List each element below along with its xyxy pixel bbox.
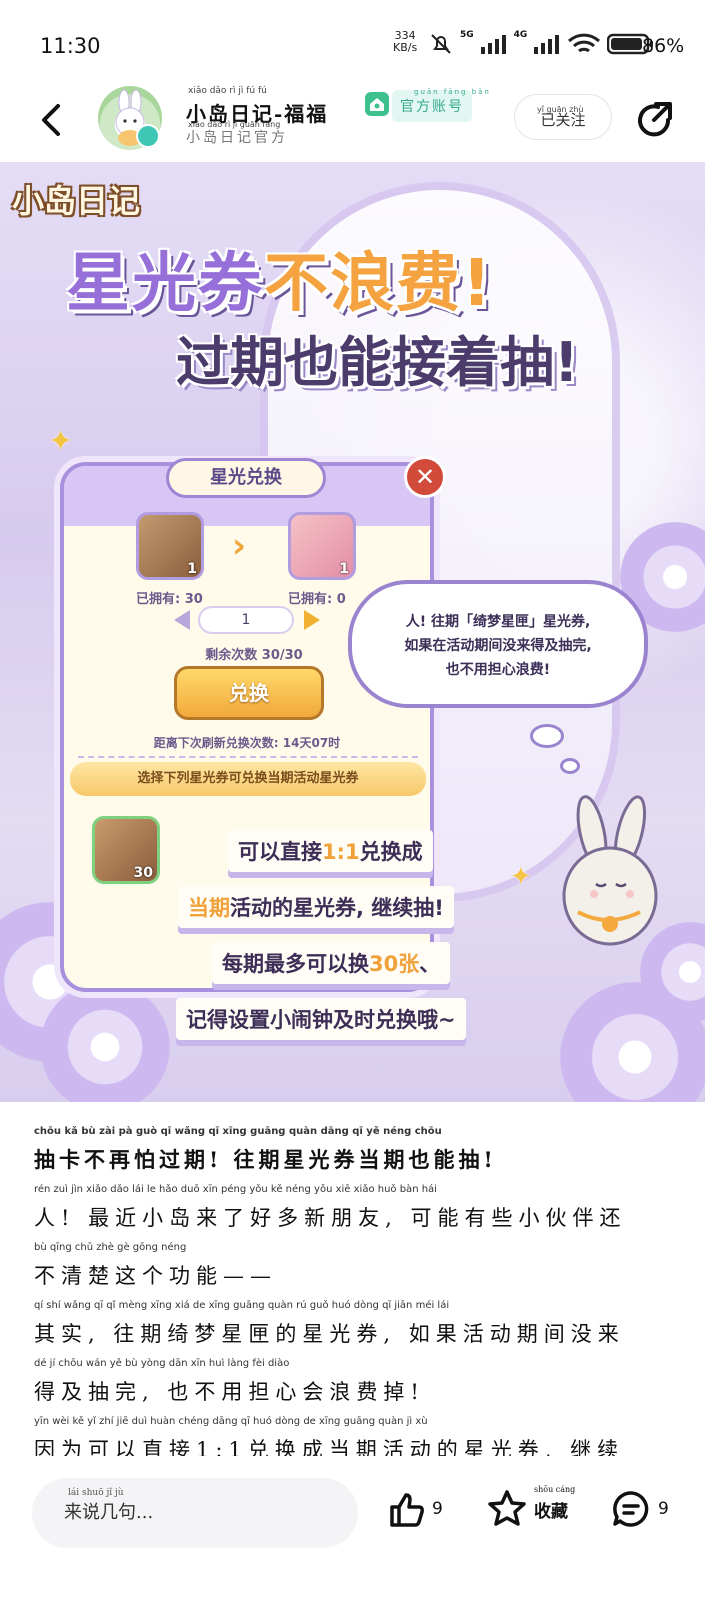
share-icon[interactable] xyxy=(634,98,676,140)
thumbs-up-icon xyxy=(390,1493,424,1527)
selected-ticket-icon: 30 xyxy=(92,816,160,884)
like-button[interactable]: 9 xyxy=(386,1484,443,1534)
new-ticket-icon: 1 xyxy=(288,512,356,580)
panel-title: 星光兑换 xyxy=(166,458,326,498)
collect-button[interactable]: shōu cáng 收藏 xyxy=(486,1484,575,1534)
comment-count: 9 xyxy=(658,1499,669,1519)
follow-button[interactable]: yǐ guān zhù 已关注 xyxy=(514,94,612,140)
post-image[interactable]: 小岛日记 星光券不浪费! 过期也能接着抽! ✦ ✦ 星光兑换 ✕ 1 › 1 已… xyxy=(0,162,705,1102)
author-subtitle: 小岛日记官方 xyxy=(186,130,288,146)
comment-input[interactable]: lái shuō jǐ jù 来说几句... xyxy=(32,1478,358,1548)
increase-icon xyxy=(304,610,320,630)
sparkle-icon: ✦ xyxy=(48,424,74,459)
callout-3: 每期最多可以换30张、 xyxy=(212,942,451,984)
signal-icon-2 xyxy=(534,35,560,54)
redeem-graphic: 兑换 xyxy=(174,666,324,720)
network-speed: 334 KB/s xyxy=(393,29,418,54)
official-house-icon xyxy=(365,92,389,116)
paragraph-line: yīn wèi kě yǐ zhí jiē duì huàn chéng dān… xyxy=(34,1416,625,1456)
chevron-right-icon: › xyxy=(232,526,247,566)
close-icon: ✕ xyxy=(404,456,446,498)
post-body: chōu kǎ bù zài pà guò qī wǎng qī xīng gu… xyxy=(34,1126,694,1456)
post-header: xiǎo dǎo rì jì fú fú 小岛日记-福福 xiǎo dǎo rì… xyxy=(0,86,720,162)
post-title-line: chōu kǎ bù zài pà guò qī wǎng qī xīng gu… xyxy=(34,1126,497,1172)
official-account-badge: guān fāng bǎn 官方账号 xyxy=(392,88,489,122)
old-ticket-icon: 1 xyxy=(136,512,204,580)
back-arrow-icon[interactable] xyxy=(32,100,72,140)
callout-4: 记得设置小闹钟及时兑换哦~ xyxy=(176,998,466,1040)
like-count: 9 xyxy=(432,1499,443,1519)
wifi-icon xyxy=(568,33,601,53)
signal-icon xyxy=(480,35,506,54)
decrease-icon xyxy=(174,610,190,630)
quantity-value: 1 xyxy=(198,606,294,634)
status-bar: 11:30 334 KB/s 5G 4G 86% xyxy=(40,29,685,59)
headline-2: 过期也能接着抽! xyxy=(176,331,579,394)
paragraph-line: rén zuì jìn xiǎo dǎo lái le hǎo duō xīn … xyxy=(34,1184,627,1230)
bottom-action-bar: lái shuō jǐ jù 来说几句... 9 shōu cáng 收藏 9 xyxy=(0,1458,720,1602)
callout-1: 可以直接1:1兑换成 xyxy=(228,830,433,872)
mute-icon xyxy=(431,34,451,54)
bunny-mascot-icon xyxy=(562,795,658,946)
paragraph-line: dé jí chōu wán yě bù yòng dān xīn huì là… xyxy=(34,1358,425,1404)
paragraph-line: bù qīng chǔ zhè gè gōng néng 不清楚这个功能—— xyxy=(34,1242,277,1288)
battery-percent: 86% xyxy=(642,35,685,57)
comment-bubble-icon xyxy=(613,1491,649,1527)
speech-bubble: 人! 往期「绮梦星匣」星光券, 如果在活动期间没来得及抽完, 也不用担心浪费! xyxy=(348,580,648,708)
verified-badge-icon xyxy=(136,124,160,148)
callout-2: 当期活动的星光券, 继续抽! xyxy=(178,886,454,928)
game-logo: 小岛日记 xyxy=(12,182,141,220)
headline-1: 星光券不浪费! xyxy=(66,247,494,321)
paragraph-line: qí shí wǎng qī qǐ mèng xīng xiá de xīng … xyxy=(34,1300,625,1346)
status-time: 11:30 xyxy=(40,34,101,58)
star-icon xyxy=(488,1490,526,1526)
comment-button[interactable]: 9 xyxy=(610,1484,669,1534)
